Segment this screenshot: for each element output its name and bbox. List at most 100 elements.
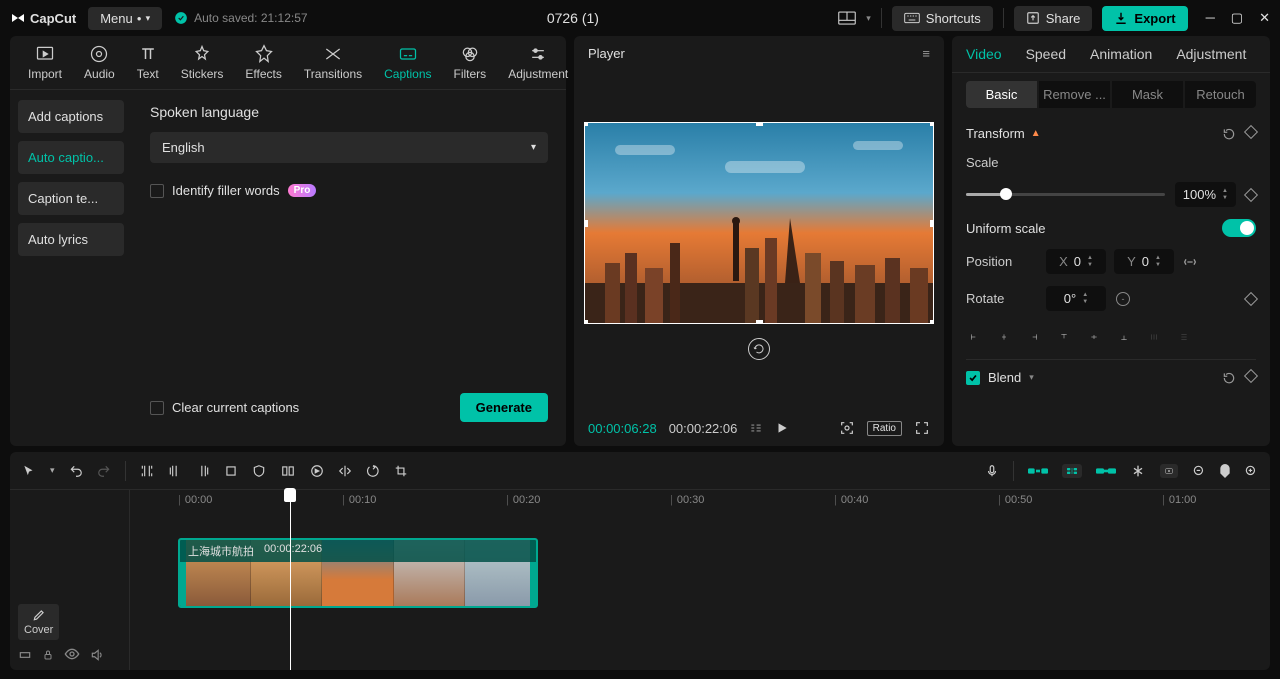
player-menu-icon[interactable]: ≡ — [922, 46, 930, 61]
link-clips-icon[interactable] — [1096, 465, 1116, 477]
ratio-button[interactable]: Ratio — [867, 421, 902, 436]
reset-icon[interactable] — [1222, 127, 1236, 141]
resize-handle[interactable] — [930, 122, 934, 126]
chevron-down-icon[interactable]: ▾ — [50, 465, 55, 476]
subtab-mask[interactable]: Mask — [1112, 81, 1183, 108]
mic-icon[interactable] — [985, 464, 999, 478]
position-y-input[interactable]: Y0▲▼ — [1114, 249, 1174, 274]
tab-effects[interactable]: Effects — [235, 42, 291, 83]
trim-left-icon[interactable] — [168, 463, 182, 479]
eye-icon[interactable] — [64, 648, 80, 660]
snap-icon[interactable] — [1130, 464, 1146, 478]
timeline-ruler[interactable]: 00:00 00:10 00:20 00:30 00:40 00:50 01:0… — [130, 490, 1270, 512]
layout-icon[interactable] — [838, 11, 856, 25]
tab-text[interactable]: Text — [127, 42, 169, 83]
tab-speed-inspector[interactable]: Speed — [1026, 46, 1066, 62]
cursor-tool-icon[interactable] — [22, 464, 36, 478]
tab-animation[interactable]: Animation — [1090, 46, 1152, 62]
sidebar-caption-templates[interactable]: Caption te... — [18, 182, 124, 215]
minimize-button[interactable]: ─ — [1206, 10, 1215, 26]
transform-section-title[interactable]: Transform ▲ — [966, 126, 1041, 141]
share-button[interactable]: Share — [1014, 6, 1093, 31]
keyframe-icon[interactable] — [1244, 368, 1258, 382]
video-clip[interactable]: 上海城市航拍 00:00:22:06 — [178, 538, 538, 608]
scale-slider[interactable] — [966, 193, 1165, 196]
timeline-tracks[interactable]: 00:00 00:10 00:20 00:30 00:40 00:50 01:0… — [130, 490, 1270, 670]
clear-captions-toggle[interactable]: Clear current captions — [150, 400, 299, 415]
zoom-in-icon[interactable] — [1244, 464, 1258, 478]
video-preview[interactable] — [584, 122, 934, 324]
uniform-scale-toggle[interactable] — [1222, 219, 1256, 237]
undo-icon[interactable] — [69, 464, 83, 478]
resize-handle[interactable] — [584, 220, 588, 227]
track-collapse-icon[interactable] — [18, 648, 32, 662]
align-vcenter-icon[interactable] — [1086, 329, 1102, 345]
resize-handle[interactable] — [930, 320, 934, 324]
blend-toggle[interactable]: Blend ▾ — [966, 370, 1034, 385]
menu-button[interactable]: Menu ● ▾ — [88, 7, 162, 30]
tab-adjustment[interactable]: Adjustment — [498, 42, 578, 83]
align-right-icon[interactable] — [1026, 329, 1042, 345]
subtab-basic[interactable]: Basic — [966, 81, 1037, 108]
resize-handle[interactable] — [930, 220, 934, 227]
sidebar-auto-lyrics[interactable]: Auto lyrics — [18, 223, 124, 256]
keyframe-icon[interactable] — [1244, 291, 1258, 305]
magnet-auto-icon[interactable] — [1062, 464, 1082, 478]
scale-value[interactable]: 100% ▲▼ — [1175, 182, 1236, 207]
sidebar-auto-captions[interactable]: Auto captio... — [18, 141, 124, 174]
zoom-slider-thumb[interactable] — [1220, 464, 1230, 478]
player-canvas[interactable] — [574, 71, 944, 410]
crop-tool-icon[interactable] — [394, 464, 408, 478]
mirror-icon[interactable] — [338, 464, 352, 478]
redo-icon[interactable] — [97, 464, 111, 478]
resize-handle[interactable] — [756, 320, 763, 324]
export-button[interactable]: Export — [1102, 6, 1187, 31]
resize-handle[interactable] — [584, 320, 588, 324]
lock-icon[interactable] — [42, 648, 54, 662]
resize-handle[interactable] — [756, 122, 763, 126]
align-hcenter-icon[interactable] — [996, 329, 1012, 345]
chevron-down-icon[interactable]: ▾ — [866, 13, 871, 24]
tab-filters[interactable]: Filters — [444, 42, 497, 83]
refresh-button[interactable] — [748, 338, 770, 360]
subtab-remove[interactable]: Remove ... — [1039, 81, 1110, 108]
zoom-out-icon[interactable] — [1192, 464, 1206, 478]
tab-audio[interactable]: Audio — [74, 42, 125, 83]
reverse-icon[interactable] — [310, 464, 324, 478]
rotate-dial-icon[interactable]: - — [1116, 292, 1130, 306]
columns-icon[interactable] — [280, 464, 296, 478]
generate-button[interactable]: Generate — [460, 393, 548, 422]
link-xy-icon[interactable] — [1182, 254, 1198, 270]
speaker-icon[interactable] — [90, 648, 104, 662]
tab-transitions[interactable]: Transitions — [294, 42, 372, 83]
scan-icon[interactable] — [839, 420, 855, 436]
keyframe-icon[interactable] — [1244, 187, 1258, 201]
trim-right-icon[interactable] — [196, 463, 210, 479]
list-icon[interactable] — [749, 421, 763, 435]
tab-import[interactable]: Import — [18, 42, 72, 83]
crop-icon[interactable] — [224, 464, 238, 478]
cover-button[interactable]: Cover — [18, 604, 59, 640]
fullscreen-icon[interactable] — [914, 420, 930, 436]
tab-adjustment-inspector[interactable]: Adjustment — [1176, 46, 1246, 62]
play-icon[interactable] — [775, 421, 789, 435]
playhead[interactable] — [290, 490, 291, 670]
tab-captions[interactable]: Captions — [374, 42, 441, 83]
resize-handle[interactable] — [584, 122, 588, 126]
position-x-input[interactable]: X0▲▼ — [1046, 249, 1106, 274]
identify-filler-toggle[interactable]: Identify filler words Pro — [150, 183, 548, 198]
shield-icon[interactable] — [252, 464, 266, 478]
close-button[interactable]: ✕ — [1259, 10, 1270, 26]
split-icon[interactable] — [140, 463, 154, 479]
rotate-value-input[interactable]: 0°▲▼ — [1046, 286, 1106, 311]
language-select[interactable]: English ▾ — [150, 132, 548, 163]
tab-stickers[interactable]: Stickers — [171, 42, 234, 83]
tab-video[interactable]: Video — [966, 46, 1002, 62]
rotate-icon[interactable] — [366, 464, 380, 478]
align-left-icon[interactable] — [966, 329, 982, 345]
preview-mode-icon[interactable] — [1160, 464, 1178, 478]
reset-icon[interactable] — [1222, 371, 1236, 385]
magnet-main-icon[interactable] — [1028, 465, 1048, 477]
maximize-button[interactable]: ▢ — [1231, 10, 1243, 26]
align-bottom-icon[interactable] — [1116, 329, 1132, 345]
